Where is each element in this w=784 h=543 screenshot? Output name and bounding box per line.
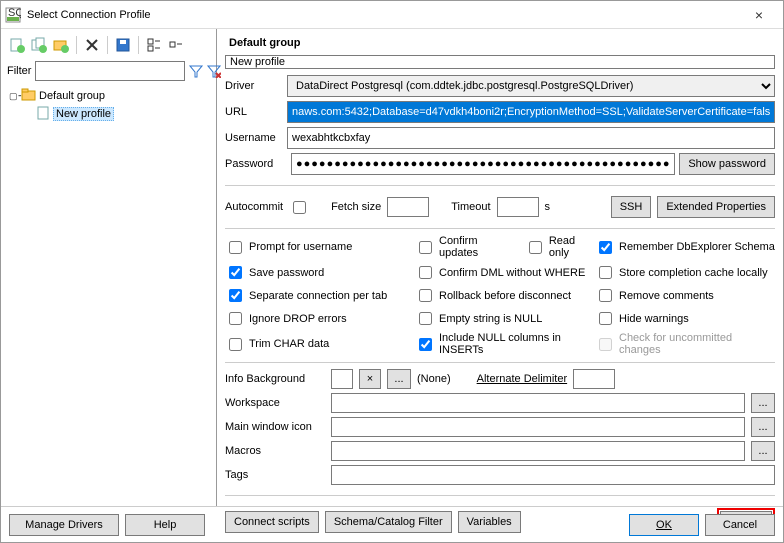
info-bg-none: (None) — [417, 373, 451, 385]
left-panel: Filter ▢⁃ Default group New profile — [1, 29, 217, 506]
ok-button[interactable]: OK — [629, 514, 699, 536]
profile-name-input[interactable] — [225, 55, 775, 69]
tags-label: Tags — [225, 469, 325, 481]
clear-swatch-button[interactable]: × — [359, 369, 381, 389]
tree-child-label: New profile — [53, 107, 114, 121]
timeout-input[interactable] — [497, 197, 539, 217]
remember-schema-checkbox[interactable]: Remember DbExplorer Schema — [595, 235, 775, 259]
timeout-label: Timeout — [451, 201, 490, 213]
macros-input[interactable] — [331, 441, 745, 461]
group-title: Default group — [229, 37, 775, 49]
toolbar-separator — [138, 36, 139, 54]
fetch-size-label: Fetch size — [331, 201, 381, 213]
divider — [225, 362, 775, 363]
store-completion-checkbox[interactable]: Store completion cache locally — [595, 263, 775, 282]
tree-root-label: Default group — [39, 90, 105, 102]
expand-tree-icon[interactable] — [144, 35, 164, 55]
filter-input[interactable] — [35, 61, 185, 81]
divider — [225, 495, 775, 496]
save-icon[interactable] — [113, 35, 133, 55]
tree-collapse-icon[interactable]: ▢⁃ — [9, 91, 21, 102]
password-input[interactable] — [291, 153, 675, 175]
fetch-size-input[interactable] — [387, 197, 429, 217]
ssh-button[interactable]: SSH — [611, 196, 652, 218]
trim-char-checkbox[interactable]: Trim CHAR data — [225, 332, 415, 356]
copy-profile-icon[interactable] — [29, 35, 49, 55]
tree-root[interactable]: ▢⁃ Default group — [7, 87, 210, 105]
delete-icon[interactable] — [82, 35, 102, 55]
app-icon: SQL — [5, 7, 21, 23]
macros-label: Macros — [225, 445, 325, 457]
profile-toolbar — [7, 33, 210, 57]
collapse-tree-icon[interactable] — [166, 35, 186, 55]
check-uncommitted-checkbox: Check for uncommitted changes — [595, 332, 775, 356]
divider — [225, 185, 775, 186]
alt-delimiter-label: Alternate Delimiter — [477, 373, 567, 385]
swatch[interactable] — [331, 369, 353, 389]
prompt-username-checkbox[interactable]: Prompt for username — [225, 235, 415, 259]
right-panel: Default group Driver DataDirect Postgres… — [217, 29, 783, 506]
remove-comments-checkbox[interactable]: Remove comments — [595, 286, 775, 305]
pick-color-button[interactable]: ... — [387, 369, 411, 389]
rollback-checkbox[interactable]: Rollback before disconnect — [415, 286, 595, 305]
window-title: Select Connection Profile — [27, 9, 739, 21]
footer: Manage Drivers Help OK Cancel — [1, 506, 783, 542]
show-password-button[interactable]: Show password — [679, 153, 775, 175]
driver-select[interactable]: DataDirect Postgresql (com.ddtek.jdbc.po… — [287, 75, 775, 97]
hide-warnings-checkbox[interactable]: Hide warnings — [595, 309, 775, 328]
autocommit-label: Autocommit — [225, 201, 283, 213]
username-input[interactable] — [287, 127, 775, 149]
confirm-updates-checkbox[interactable]: Confirm updates — [415, 235, 515, 259]
profile-tree[interactable]: ▢⁃ Default group New profile — [7, 85, 210, 502]
new-profile-icon[interactable] — [7, 35, 27, 55]
help-button[interactable]: Help — [125, 514, 205, 536]
include-null-checkbox[interactable]: Include NULL columns in INSERTs — [415, 332, 595, 356]
autocommit-checkbox[interactable] — [293, 201, 306, 214]
separate-connection-checkbox[interactable]: Separate connection per tab — [225, 286, 415, 305]
toolbar-separator — [107, 36, 108, 54]
divider — [225, 228, 775, 229]
main-icon-browse-button[interactable]: ... — [751, 417, 775, 437]
cancel-button[interactable]: Cancel — [705, 514, 775, 536]
close-icon[interactable]: × — [739, 7, 779, 23]
main-icon-label: Main window icon — [225, 421, 325, 433]
info-bg-label: Info Background — [225, 373, 325, 385]
macros-browse-button[interactable]: ... — [751, 441, 775, 461]
workspace-browse-button[interactable]: ... — [751, 393, 775, 413]
timeout-unit: s — [545, 201, 551, 213]
extended-properties-button[interactable]: Extended Properties — [657, 196, 775, 218]
username-label: Username — [225, 132, 287, 144]
main-icon-input[interactable] — [331, 417, 745, 437]
url-input[interactable] — [287, 101, 775, 123]
filter-funnel-icon[interactable] — [189, 61, 203, 81]
password-label: Password — [225, 158, 287, 170]
new-folder-icon[interactable] — [51, 35, 71, 55]
profile-icon — [35, 106, 51, 122]
empty-null-checkbox[interactable]: Empty string is NULL — [415, 309, 595, 328]
titlebar: SQL Select Connection Profile × — [1, 1, 783, 29]
filter-label: Filter — [7, 65, 31, 77]
manage-drivers-button[interactable]: Manage Drivers — [9, 514, 119, 536]
save-password-checkbox[interactable]: Save password — [225, 263, 415, 282]
toolbar-separator — [76, 36, 77, 54]
tags-input[interactable] — [331, 465, 775, 485]
tree-child[interactable]: New profile — [7, 105, 210, 123]
workspace-input[interactable] — [331, 393, 745, 413]
driver-label: Driver — [225, 80, 287, 92]
confirm-dml-checkbox[interactable]: Confirm DML without WHERE — [415, 263, 595, 282]
folder-icon — [21, 88, 37, 104]
alt-delimiter-input[interactable] — [573, 369, 615, 389]
ignore-drop-checkbox[interactable]: Ignore DROP errors — [225, 309, 415, 328]
url-label: URL — [225, 106, 287, 118]
workspace-label: Workspace — [225, 397, 325, 409]
read-only-checkbox[interactable]: Read only — [525, 235, 595, 259]
